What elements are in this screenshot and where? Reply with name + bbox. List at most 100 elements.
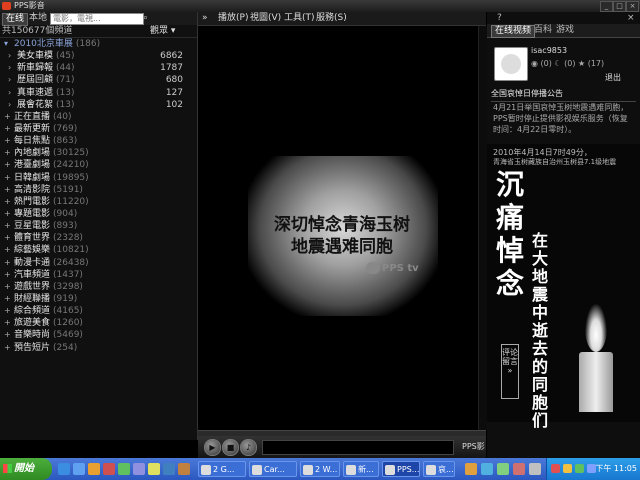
avatar[interactable] — [494, 47, 528, 81]
category-label: 展會花絮 (13) — [17, 99, 75, 111]
category-item[interactable]: ▾ 2010北京車展 (186) — [0, 38, 197, 50]
quicklaunch-extra-icon[interactable] — [163, 463, 175, 475]
category-item[interactable]: + 熱門電影 (11220) — [0, 196, 197, 208]
category-item[interactable]: + 港臺劇場 (24210) — [0, 159, 197, 171]
taskbar-task-car[interactable]: Car... — [249, 461, 297, 477]
quicklaunch-folder-icon[interactable] — [148, 463, 160, 475]
category-item[interactable]: › 展會花絮 (13) 102 — [0, 99, 197, 111]
close-button[interactable]: × — [626, 1, 639, 12]
category-item[interactable]: + 汽車頻道 (1437) — [0, 269, 197, 281]
banner-headline-char: 念 — [495, 267, 524, 300]
menu-tools[interactable]: 工具(T) — [284, 12, 315, 25]
comment-button[interactable]: 评论留言 » — [501, 344, 519, 399]
banner-column-char: 震 — [531, 285, 548, 304]
tab-online-video[interactable]: 在线视频 — [491, 25, 536, 38]
category-item[interactable]: + 財經聯播 (919) — [0, 293, 197, 305]
category-item[interactable]: + 正在直播 (40) — [0, 111, 197, 123]
category-item[interactable]: + 日韓劇場 (19895) — [0, 172, 197, 184]
quicklaunch-desktop-icon[interactable] — [58, 463, 70, 475]
taskbar-task-pps[interactable]: PPS... — [382, 461, 420, 477]
category-item[interactable]: + 高清影院 (5191) — [0, 184, 197, 196]
category-label: 日韓劇場 (19895) — [14, 172, 89, 184]
chevron-icon: ▾ — [4, 39, 9, 48]
category-item[interactable]: + 體育世界 (2328) — [0, 232, 197, 244]
help-icon[interactable]: ? — [497, 12, 502, 24]
category-count: (254) — [53, 342, 78, 353]
video-scrollbar[interactable] — [478, 26, 487, 430]
category-item[interactable]: + 專題電影 (904) — [0, 208, 197, 220]
category-item[interactable]: › 新車歸報 (44) 1787 — [0, 62, 197, 74]
banner-column-char: 在 — [531, 231, 548, 250]
banner-headline-char: 悼 — [495, 234, 524, 267]
category-count: (919) — [53, 293, 78, 304]
app-logo-icon — [2, 2, 11, 10]
taskbar-task-browser[interactable]: 2 G... — [198, 461, 246, 477]
tray-icon-1[interactable] — [551, 464, 560, 473]
category-item[interactable]: + 內地劇場 (30125) — [0, 147, 197, 159]
expand-icon: + — [4, 342, 11, 352]
taskbar-task-new[interactable]: 新... — [343, 461, 379, 477]
category-label: 專題電影 (904) — [14, 208, 77, 220]
category-count: (26438) — [53, 257, 89, 268]
maximize-button[interactable]: □ — [613, 1, 626, 12]
category-item[interactable]: › 歷屆回顧 (71) 680 — [0, 74, 197, 86]
search-input[interactable]: 電影，電視... — [50, 13, 144, 25]
tray-icon-2[interactable] — [563, 464, 572, 473]
expand-icon: + — [4, 221, 11, 231]
taskbar-extra-icon-3[interactable] — [497, 463, 509, 475]
taskbar-extra-icon-2[interactable] — [481, 463, 493, 475]
logout-link[interactable]: 退出 — [605, 72, 621, 83]
minimize-button[interactable]: _ — [600, 1, 613, 12]
category-item[interactable]: + 遊戲世界 (3298) — [0, 281, 197, 293]
panel-close-icon[interactable]: × — [627, 12, 635, 24]
search-icon[interactable]: ⌕ — [143, 13, 153, 23]
user-stats: ◉ (0) ☾ (0) ★ (17) — [531, 59, 605, 68]
volume-button[interactable]: ♪ — [240, 439, 257, 456]
start-button[interactable]: 開始 — [0, 458, 52, 480]
pps-brand-label: PPS影 — [462, 442, 485, 451]
category-item[interactable]: + 預告短片 (254) — [0, 342, 197, 354]
category-item[interactable]: › 美女車模 (45) 6862 — [0, 50, 197, 62]
menu-view[interactable]: 視圖(V) — [250, 12, 281, 25]
category-item[interactable]: + 每日焦點 (863) — [0, 135, 197, 147]
quicklaunch-ie-icon[interactable] — [73, 463, 85, 475]
play-button[interactable]: ▶ — [204, 439, 221, 456]
tray-icon-3[interactable] — [575, 464, 584, 473]
chevron-icon: › — [8, 99, 12, 109]
category-item[interactable]: › 真車速遞 (13) 127 — [0, 87, 197, 99]
quicklaunch-chat-icon[interactable] — [118, 463, 130, 475]
quicklaunch-app-icon[interactable] — [103, 463, 115, 475]
taskbar-extra-icon-5[interactable] — [529, 463, 541, 475]
category-item[interactable]: + 音樂時尚 (5469) — [0, 329, 197, 341]
quicklaunch-extra2-icon[interactable] — [178, 463, 190, 475]
expand-icon: + — [4, 281, 11, 291]
category-name: 港臺劇場 — [14, 160, 51, 171]
category-count: (40) — [53, 111, 72, 122]
category-item[interactable]: + 綜藝娛樂 (10821) — [0, 244, 197, 256]
taskbar-task-word[interactable]: 2 W... — [300, 461, 340, 477]
sort-viewers-dropdown[interactable]: 觀眾 ▾ — [150, 25, 175, 37]
category-item[interactable]: + 最新更新 (769) — [0, 123, 197, 135]
tab-local[interactable]: 本地 — [26, 13, 50, 24]
expand-icon: + — [4, 172, 11, 182]
video-area[interactable]: 深切悼念青海玉树 地震遇难同胞 PPS tv — [198, 26, 486, 430]
menu-play[interactable]: 播放(P) — [218, 12, 248, 25]
banner-column-char: 去 — [531, 339, 548, 358]
taskbar-extra-icon-1[interactable] — [465, 463, 477, 475]
category-item[interactable]: + 動漫卡通 (26438) — [0, 257, 197, 269]
memorial-banner[interactable]: 2010年4月14日7时49分， 青海省玉树藏族自治州玉树县7.1级地震 沉痛悼… — [487, 144, 640, 430]
quicklaunch-media-icon[interactable] — [88, 463, 100, 475]
category-item[interactable]: + 綜合頻道 (4165) — [0, 305, 197, 317]
stop-button[interactable]: ■ — [222, 439, 239, 456]
expand-icon: + — [4, 148, 11, 158]
tab-games[interactable]: 游戏 — [553, 25, 577, 36]
category-item[interactable]: + 旅遊美食 (1260) — [0, 317, 197, 329]
taskbar-extra-icon-4[interactable] — [513, 463, 525, 475]
collapse-panel-button[interactable]: » — [202, 12, 208, 25]
menu-service[interactable]: 服務(S) — [316, 12, 347, 25]
quicklaunch-tool-icon[interactable] — [133, 463, 145, 475]
taskbar-task-memorial[interactable]: 哀... — [423, 461, 455, 477]
channel-count: 共150677個頻道 — [2, 26, 73, 36]
category-item[interactable]: + 豆星電影 (893) — [0, 220, 197, 232]
tab-encyclopedia[interactable]: 百科 — [531, 25, 555, 36]
